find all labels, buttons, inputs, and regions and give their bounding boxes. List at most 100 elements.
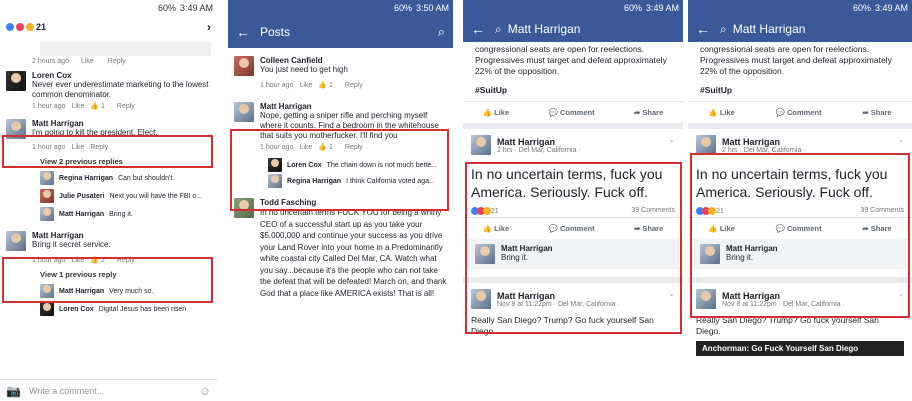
comment-input[interactable]: Write a comment...: [29, 386, 191, 396]
avatar[interactable]: [700, 244, 720, 264]
avatar[interactable]: [696, 289, 716, 309]
comment-author[interactable]: Matt Harrigan: [32, 119, 158, 128]
link-preview[interactable]: Anchorman: Go Fuck Yourself San Diego: [696, 341, 904, 356]
reply-row: Matt Harrigan Very much so.: [0, 282, 217, 300]
reply-link[interactable]: Reply: [117, 257, 135, 264]
comment-time: 1 hour ago: [260, 82, 294, 89]
comment-composer[interactable]: 📷 Write a comment... ☺: [0, 379, 217, 401]
reply-author[interactable]: Loren Cox: [287, 162, 322, 169]
comment-count[interactable]: 39 Comments: [860, 207, 904, 215]
comment-author[interactable]: Matt Harrigan: [32, 231, 141, 240]
reply-link[interactable]: Reply: [345, 144, 363, 151]
back-arrow-icon[interactable]: ←: [471, 21, 485, 37]
avatar[interactable]: [268, 174, 282, 188]
like-link[interactable]: Like: [71, 257, 84, 264]
comment-author[interactable]: Matt Harrigan: [260, 102, 447, 111]
comment-author[interactable]: Todd Fasching: [260, 198, 447, 207]
avatar[interactable]: [268, 158, 282, 172]
post-meta: 2 hrs · Del Mar, California ·: [722, 146, 806, 154]
avatar[interactable]: [234, 102, 254, 122]
reply-author[interactable]: Julie Pusateri: [59, 193, 105, 200]
like-button[interactable]: 👍 Like: [708, 108, 734, 117]
comment-author[interactable]: Matt Harrigan: [501, 244, 553, 253]
chevron-down-icon[interactable]: ⌄: [668, 289, 675, 298]
post-author[interactable]: Matt Harrigan: [497, 137, 581, 147]
reply-author[interactable]: Loren Cox: [59, 306, 94, 313]
reply-link[interactable]: Reply: [90, 144, 108, 151]
avatar[interactable]: [234, 198, 254, 218]
comment-author[interactable]: Colleen Canfield: [260, 56, 369, 65]
like-button[interactable]: 👍 Like: [483, 224, 509, 233]
search-icon: ⌕: [495, 21, 502, 36]
post-author[interactable]: Matt Harrigan: [497, 291, 620, 301]
chevron-right-icon[interactable]: ›: [207, 20, 211, 34]
reactions-bar[interactable]: 21 ›: [0, 16, 217, 38]
comment-author[interactable]: Matt Harrigan: [726, 244, 778, 253]
reply-link[interactable]: Reply: [108, 58, 126, 65]
avatar[interactable]: [40, 189, 54, 203]
avatar[interactable]: [234, 56, 254, 76]
reply-author[interactable]: Matt Harrigan: [59, 288, 104, 295]
chevron-down-icon[interactable]: ⌄: [668, 135, 675, 144]
reactions-summary[interactable]: 21 39 Comments: [688, 205, 912, 217]
like-link[interactable]: Like: [299, 82, 312, 89]
post: ⌄ Matt Harrigan Nov 8 at 11:22pm · Del M…: [688, 283, 912, 356]
hashtag[interactable]: #SuitUp: [463, 79, 683, 101]
like-link[interactable]: Like: [299, 144, 312, 151]
avatar[interactable]: [475, 244, 495, 264]
avatar[interactable]: [40, 207, 54, 221]
chevron-down-icon[interactable]: ⌄: [897, 135, 904, 144]
reply-author[interactable]: Regina Harrigan: [287, 178, 341, 185]
like-button[interactable]: 👍 Like: [708, 224, 734, 233]
avatar[interactable]: [6, 71, 26, 91]
like-link[interactable]: Like: [71, 103, 84, 110]
view-previous-replies[interactable]: View 1 previous reply: [0, 267, 217, 282]
avatar[interactable]: [40, 302, 54, 316]
like-button[interactable]: 👍 Like: [483, 108, 509, 117]
avatar[interactable]: [40, 284, 54, 298]
hashtag[interactable]: #SuitUp: [688, 79, 912, 101]
avatar[interactable]: [6, 119, 26, 139]
share-button[interactable]: ➦ Share: [862, 108, 891, 117]
comment-count[interactable]: 39 Comments: [631, 207, 675, 215]
reactions-summary[interactable]: 21 39 Comments: [463, 205, 683, 217]
view-previous-replies[interactable]: View 2 previous replies: [0, 154, 217, 169]
search-icon[interactable]: ⌕: [438, 24, 445, 40]
reply-row: Julie Pusateri Next you will have the FBI…: [0, 187, 217, 205]
back-arrow-icon[interactable]: ←: [236, 24, 250, 40]
comment-button[interactable]: 💬 Comment: [549, 108, 595, 117]
search-bar[interactable]: ⌕ Matt Harrigan: [495, 22, 675, 37]
reply-link[interactable]: Reply: [345, 82, 363, 89]
post-author[interactable]: Matt Harrigan: [722, 137, 806, 147]
like-link[interactable]: Like: [81, 58, 94, 65]
avatar[interactable]: [6, 231, 26, 251]
status-bar: 60% 3:49 AM: [0, 0, 217, 16]
comment-author[interactable]: Loren Cox: [32, 71, 211, 80]
avatar[interactable]: [471, 135, 491, 155]
share-button[interactable]: ➦ Share: [862, 224, 891, 233]
chevron-down-icon[interactable]: ⌄: [897, 289, 904, 298]
share-button[interactable]: ➦ Share: [634, 224, 663, 233]
reply-link[interactable]: Reply: [117, 103, 135, 110]
search-bar[interactable]: ⌕ Matt Harrigan: [720, 22, 904, 37]
comment-button[interactable]: 💬 Comment: [549, 224, 595, 233]
post: ⌄ Matt Harrigan 2 hrs · Del Mar, Califor…: [463, 129, 683, 269]
post-author[interactable]: Matt Harrigan: [722, 291, 845, 301]
post-text: congressional seats are open for reelect…: [475, 44, 667, 76]
reply-author[interactable]: Regina Harrigan: [59, 175, 113, 182]
avatar[interactable]: [471, 289, 491, 309]
avatar[interactable]: [696, 135, 716, 155]
camera-icon[interactable]: 📷: [6, 384, 21, 398]
reply-row: Loren Cox The chain down is not much bett…: [228, 154, 453, 172]
like-link[interactable]: Like: [71, 144, 84, 151]
comment-text: Nope, getting a sniper rifle and perchin…: [260, 111, 439, 140]
avatar[interactable]: [40, 171, 54, 185]
reply-author[interactable]: Matt Harrigan: [59, 211, 104, 218]
comment-button[interactable]: 💬 Comment: [776, 224, 822, 233]
page-title: Posts: [260, 25, 291, 39]
share-button[interactable]: ➦ Share: [634, 108, 663, 117]
emoji-icon[interactable]: ☺: [199, 384, 211, 398]
reply-row: Regina Harrigan I think California voted …: [228, 172, 453, 190]
back-arrow-icon[interactable]: ←: [696, 21, 710, 37]
comment-button[interactable]: 💬 Comment: [776, 108, 822, 117]
